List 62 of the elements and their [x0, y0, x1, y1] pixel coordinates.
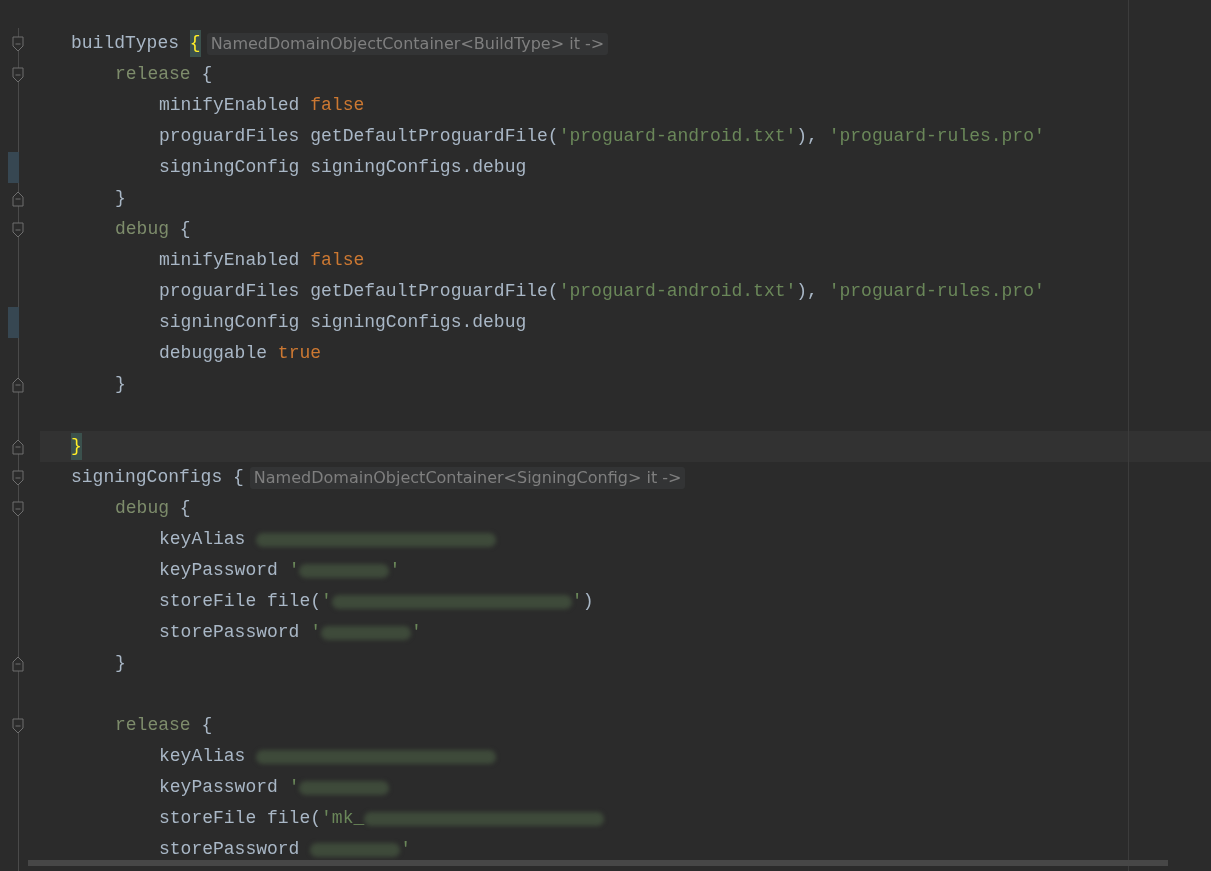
code-string: ' — [288, 559, 300, 582]
code-text: { — [200, 63, 213, 86]
code-string: 'proguard-rules.pro' — [828, 125, 1045, 148]
code-text: ), — [796, 125, 819, 148]
unfold-icon[interactable] — [12, 655, 24, 672]
unfold-icon[interactable] — [12, 376, 24, 393]
code-text: minifyEnabled — [159, 94, 301, 117]
code-text: { — [178, 497, 191, 520]
code-text: storePassword — [159, 838, 301, 861]
code-text: signingConfig signingConfigs.debug — [159, 156, 527, 179]
fold-icon[interactable] — [12, 221, 24, 238]
code-keyword: false — [310, 249, 365, 272]
fold-icon[interactable] — [12, 717, 24, 734]
code-text: ) — [582, 590, 594, 613]
code-text: { — [200, 714, 213, 737]
code-text: proguardFiles getDefaultProguardFile( — [159, 125, 559, 148]
code-keyword: true — [277, 342, 322, 365]
code-block-name: release — [115, 714, 191, 737]
code-block-name: release — [115, 63, 191, 86]
code-text: { — [178, 218, 191, 241]
code-text: keyAlias — [159, 528, 247, 551]
code-text: proguardFiles getDefaultProguardFile( — [159, 280, 559, 303]
unfold-icon[interactable] — [12, 190, 24, 207]
code-text: ), — [796, 280, 819, 303]
code-text: signingConfigs { — [71, 466, 244, 489]
code-text: storePassword — [159, 621, 301, 644]
fold-icon[interactable] — [12, 469, 24, 486]
code-string: ' — [288, 776, 300, 799]
inlay-hint: NamedDomainObjectContainer<BuildType> it -> — [206, 32, 609, 55]
code-text: } — [115, 652, 126, 675]
code-string: ' — [411, 621, 422, 644]
code-text: buildTypes — [71, 32, 181, 55]
fold-icon[interactable] — [12, 500, 24, 517]
inlay-hint: NamedDomainObjectContainer<SigningConfig> it -> — [249, 466, 686, 489]
horizontal-scrollbar[interactable] — [28, 860, 1168, 866]
matched-brace: { — [189, 30, 201, 57]
code-text: keyPassword — [159, 559, 279, 582]
code-text: storeFile file( — [159, 590, 322, 613]
code-text: signingConfig signingConfigs.debug — [159, 311, 527, 334]
code-text: } — [115, 187, 126, 210]
fold-icon[interactable] — [12, 66, 24, 83]
code-string: ' — [389, 559, 401, 582]
code-string: 'mk_ — [321, 807, 365, 830]
matched-brace: } — [71, 433, 82, 460]
code-text: keyPassword — [159, 776, 279, 799]
code-string: ' — [400, 838, 412, 861]
code-string: ' — [321, 590, 332, 613]
code-keyword: false — [310, 94, 365, 117]
code-string: ' — [571, 590, 583, 613]
code-text: keyAlias — [159, 745, 247, 768]
code-text: } — [115, 373, 126, 396]
code-block-name: debug — [115, 218, 169, 241]
unfold-icon[interactable] — [12, 438, 24, 455]
code-string: 'proguard-android.txt' — [558, 280, 797, 303]
code-string: 'proguard-rules.pro' — [828, 280, 1045, 303]
code-block-name: debug — [115, 497, 169, 520]
code-text: storeFile file( — [159, 807, 322, 830]
code-text: minifyEnabled — [159, 249, 301, 272]
code-string: ' — [310, 621, 322, 644]
fold-icon[interactable] — [12, 35, 24, 52]
code-text: debuggable — [159, 342, 269, 365]
code-string: 'proguard-android.txt' — [558, 125, 797, 148]
